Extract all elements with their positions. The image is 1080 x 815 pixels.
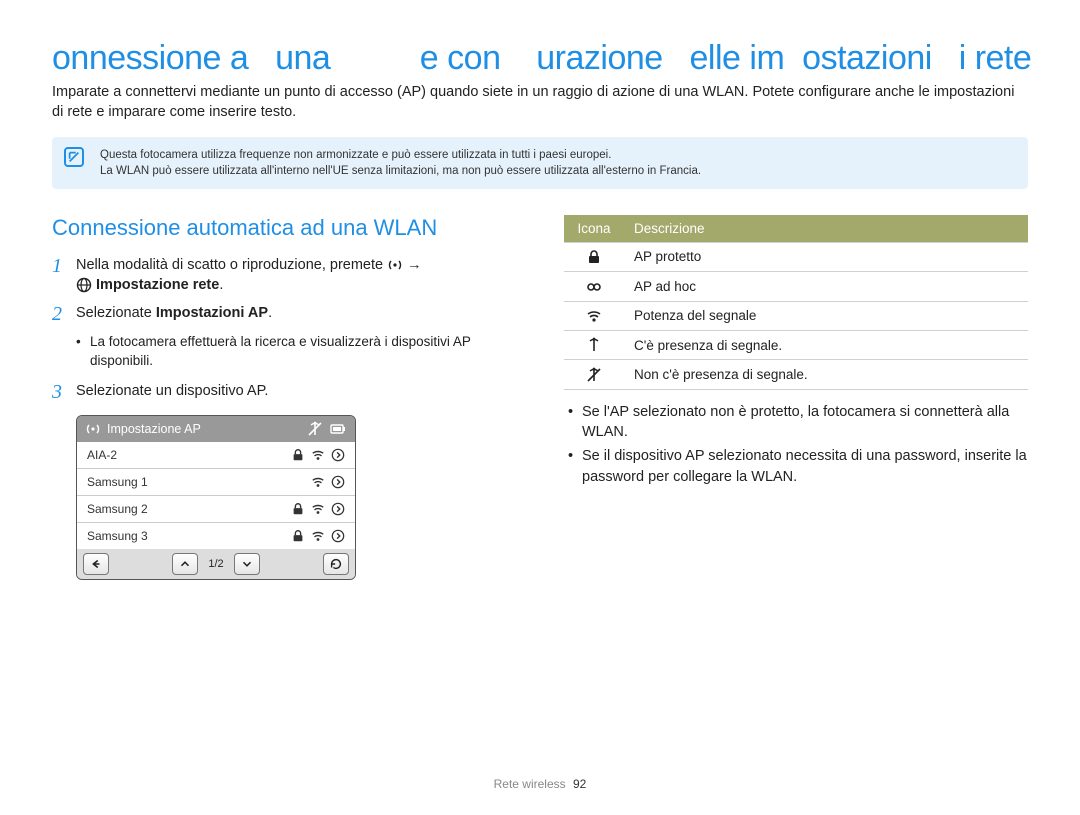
footer-page-number: 92: [573, 777, 586, 791]
table-row: C'è presenza di segnale.: [564, 331, 1028, 360]
ap-row[interactable]: AIA-2: [77, 442, 355, 469]
antenna-off-icon: [307, 421, 323, 437]
broadcast-icon: [85, 421, 101, 437]
back-button[interactable]: [83, 553, 109, 575]
ap-row[interactable]: Samsung 2: [77, 496, 355, 523]
lock-icon: [291, 448, 305, 462]
chevron-down-icon: [240, 557, 254, 571]
step2-text-c: .: [268, 305, 272, 321]
table-row: Non c'è presenza di segnale.: [564, 360, 1028, 389]
step-2: 2 Selezionate Impostazioni AP.: [52, 303, 520, 325]
refresh-icon: [329, 557, 343, 571]
wifi-icon: [311, 529, 325, 543]
table-cell-desc: Non c'è presenza di segnale.: [624, 360, 1028, 389]
battery-icon: [329, 421, 347, 437]
step-number: 1: [52, 255, 76, 277]
step2-bullets: La fotocamera effettuerà la ricerca e vi…: [76, 333, 520, 371]
ap-name: Samsung 3: [87, 529, 291, 543]
list-item: Se il dispositivo AP selezionato necessi…: [568, 446, 1028, 487]
step2-bold: Impostazioni AP: [156, 305, 268, 321]
step-1: 1 Nella modalità di scatto o riproduzion…: [52, 255, 520, 296]
wifi-icon: [311, 502, 325, 516]
step3-text: Selezionate un dispositivo AP.: [76, 381, 268, 401]
list-item: La fotocamera effettuerà la ricerca e vi…: [76, 333, 520, 371]
wifi-icon: [311, 475, 325, 489]
ap-row[interactable]: Samsung 1: [77, 469, 355, 496]
icon-description-table: Icona Descrizione AP protetto AP ad hoc: [564, 215, 1028, 390]
adhoc-icon: [586, 279, 602, 295]
lock-icon: [291, 502, 305, 516]
ap-widget-header: Impostazione AP: [77, 416, 355, 442]
table-cell-desc: Potenza del segnale: [624, 301, 1028, 330]
step-3: 3 Selezionate un dispositivo AP.: [52, 381, 520, 403]
ap-name: AIA-2: [87, 448, 291, 462]
arrow-right-icon: [331, 502, 345, 516]
page-down-button[interactable]: [234, 553, 260, 575]
table-row: AP protetto: [564, 242, 1028, 271]
arrow-right-icon: [331, 529, 345, 543]
ap-name: Samsung 2: [87, 502, 291, 516]
right-column: Icona Descrizione AP protetto AP ad hoc: [564, 215, 1028, 580]
chevron-up-icon: [178, 557, 192, 571]
ap-name: Samsung 1: [87, 475, 311, 489]
note-icon: [64, 147, 84, 167]
step1-text-d: .: [219, 277, 223, 293]
antenna-icon: [586, 337, 602, 353]
globe-icon: [76, 277, 92, 293]
note-line-2: La WLAN può essere utilizzata all'intern…: [100, 163, 1014, 179]
table-header-icon: Icona: [564, 215, 624, 243]
step1-bold: Impostazione rete: [96, 277, 219, 293]
broadcast-icon: [387, 257, 403, 273]
step-number: 3: [52, 381, 76, 403]
ap-settings-widget: Impostazione AP AIA-2 Samsung 1: [76, 415, 356, 580]
right-bullets: Se l'AP selezionato non è protetto, la f…: [568, 402, 1028, 487]
lock-icon: [291, 529, 305, 543]
arrow-right-icon: [331, 448, 345, 462]
step1-text-a: Nella modalità di scatto o riproduzione,…: [76, 257, 387, 273]
step2-text-a: Selezionate: [76, 305, 156, 321]
wifi-icon: [586, 308, 602, 324]
antenna-off-icon: [586, 367, 602, 383]
step1-text-b: →: [407, 257, 422, 273]
back-icon: [89, 557, 103, 571]
table-row: Potenza del segnale: [564, 301, 1028, 330]
section-subtitle: Connessione automatica ad una WLAN: [52, 215, 520, 241]
page-footer: Rete wireless 92: [0, 777, 1080, 791]
ap-row[interactable]: Samsung 3: [77, 523, 355, 549]
table-cell-desc: C'è presenza di segnale.: [624, 331, 1028, 360]
ap-widget-footer: 1/2: [77, 549, 355, 579]
footer-label: Rete wireless: [494, 777, 566, 791]
list-item: Se l'AP selezionato non è protetto, la f…: [568, 402, 1028, 443]
intro-text: Imparate a connettervi mediante un punto…: [52, 83, 1028, 122]
page-title: onnessione a una e con urazione elle im …: [52, 40, 1028, 77]
table-cell-desc: AP ad hoc: [624, 272, 1028, 301]
lock-icon: [586, 249, 602, 265]
page-up-button[interactable]: [172, 553, 198, 575]
page: onnessione a una e con urazione elle im …: [0, 0, 1080, 815]
page-indicator: 1/2: [202, 558, 229, 570]
table-row: AP ad hoc: [564, 272, 1028, 301]
note-box: Questa fotocamera utilizza frequenze non…: [52, 137, 1028, 189]
refresh-button[interactable]: [323, 553, 349, 575]
note-line-1: Questa fotocamera utilizza frequenze non…: [100, 147, 1014, 163]
table-header-desc: Descrizione: [624, 215, 1028, 243]
arrow-right-icon: [331, 475, 345, 489]
ap-widget-title: Impostazione AP: [107, 422, 301, 436]
left-column: Connessione automatica ad una WLAN 1 Nel…: [52, 215, 520, 580]
step-number: 2: [52, 303, 76, 325]
wifi-icon: [311, 448, 325, 462]
table-cell-desc: AP protetto: [624, 242, 1028, 271]
